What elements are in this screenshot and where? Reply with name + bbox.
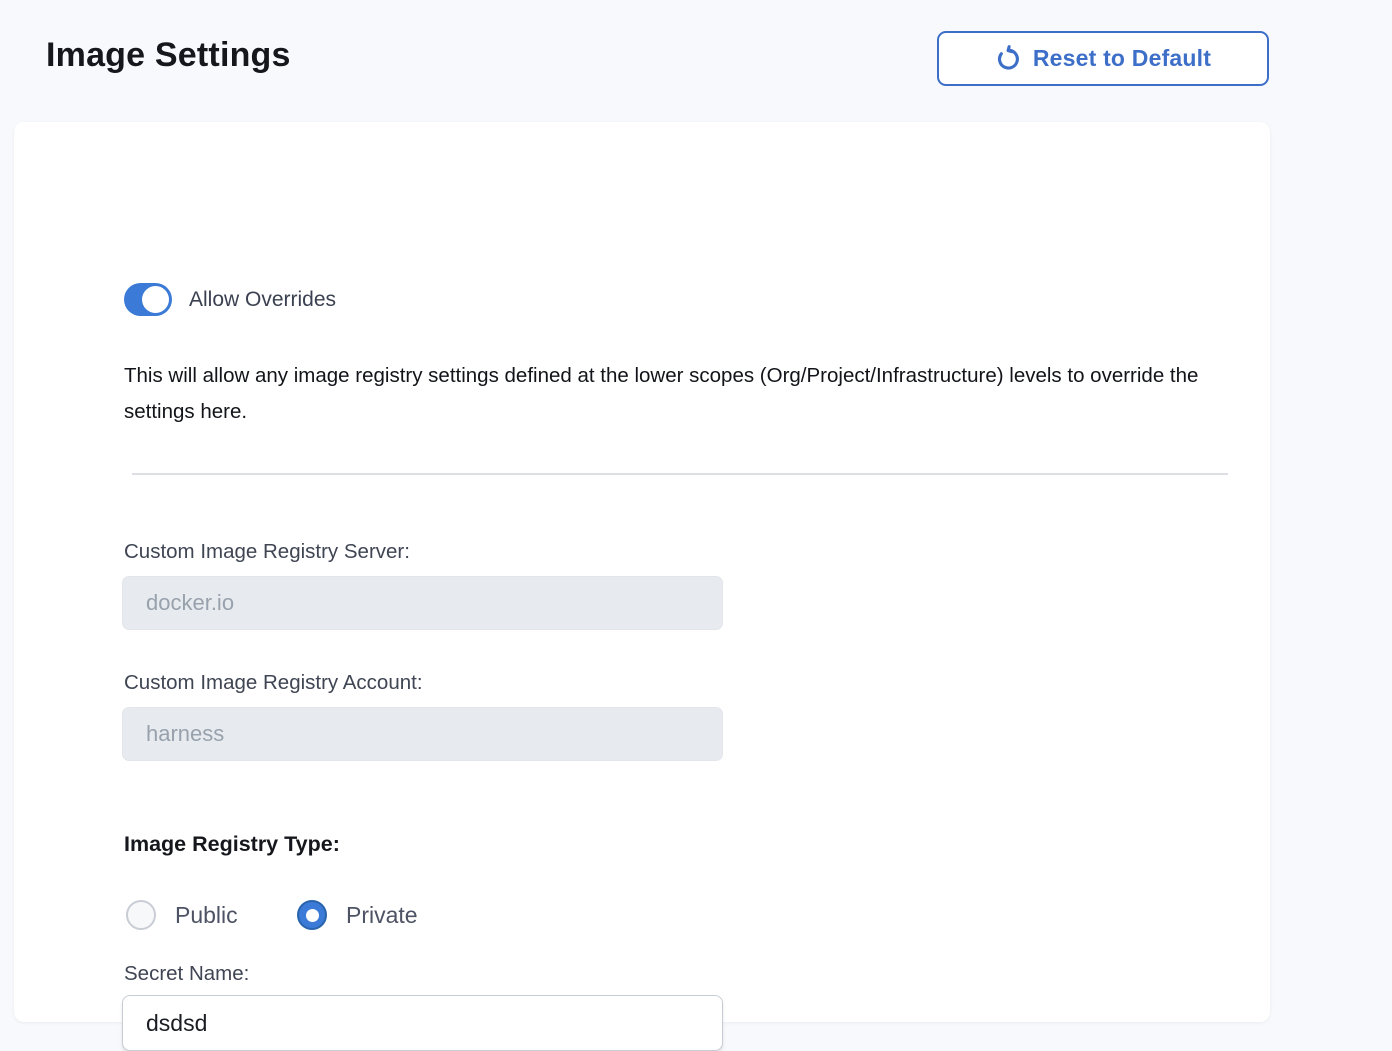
registry-server-input[interactable] <box>122 576 723 630</box>
radio-private-label: Private <box>346 902 418 929</box>
image-settings-page: Image Settings Reset to Default Allow Ov… <box>0 0 1392 991</box>
section-divider <box>132 473 1228 475</box>
allow-overrides-row: Allow Overrides <box>124 283 336 316</box>
page-title: Image Settings <box>46 36 291 75</box>
allow-overrides-label: Allow Overrides <box>189 288 336 312</box>
radio-unselected-icon <box>126 900 156 930</box>
secret-name-input[interactable] <box>122 995 723 1051</box>
secret-name-label: Secret Name: <box>124 962 249 986</box>
allow-overrides-toggle[interactable] <box>124 283 172 316</box>
registry-type-label: Image Registry Type: <box>124 832 340 857</box>
settings-card: Allow Overrides This will allow any imag… <box>14 122 1270 1022</box>
registry-account-input[interactable] <box>122 707 723 761</box>
toggle-knob-icon <box>142 286 169 313</box>
registry-server-label: Custom Image Registry Server: <box>124 540 410 564</box>
radio-option-public[interactable]: Public <box>126 900 238 930</box>
registry-account-label: Custom Image Registry Account: <box>124 671 423 695</box>
radio-public-label: Public <box>175 902 238 929</box>
reset-button-label: Reset to Default <box>1033 45 1211 72</box>
reset-icon <box>995 45 1022 72</box>
radio-selected-icon <box>297 900 327 930</box>
overrides-description: This will allow any image registry setti… <box>124 358 1249 430</box>
reset-to-default-button[interactable]: Reset to Default <box>937 31 1269 86</box>
radio-option-private[interactable]: Private <box>297 900 418 930</box>
